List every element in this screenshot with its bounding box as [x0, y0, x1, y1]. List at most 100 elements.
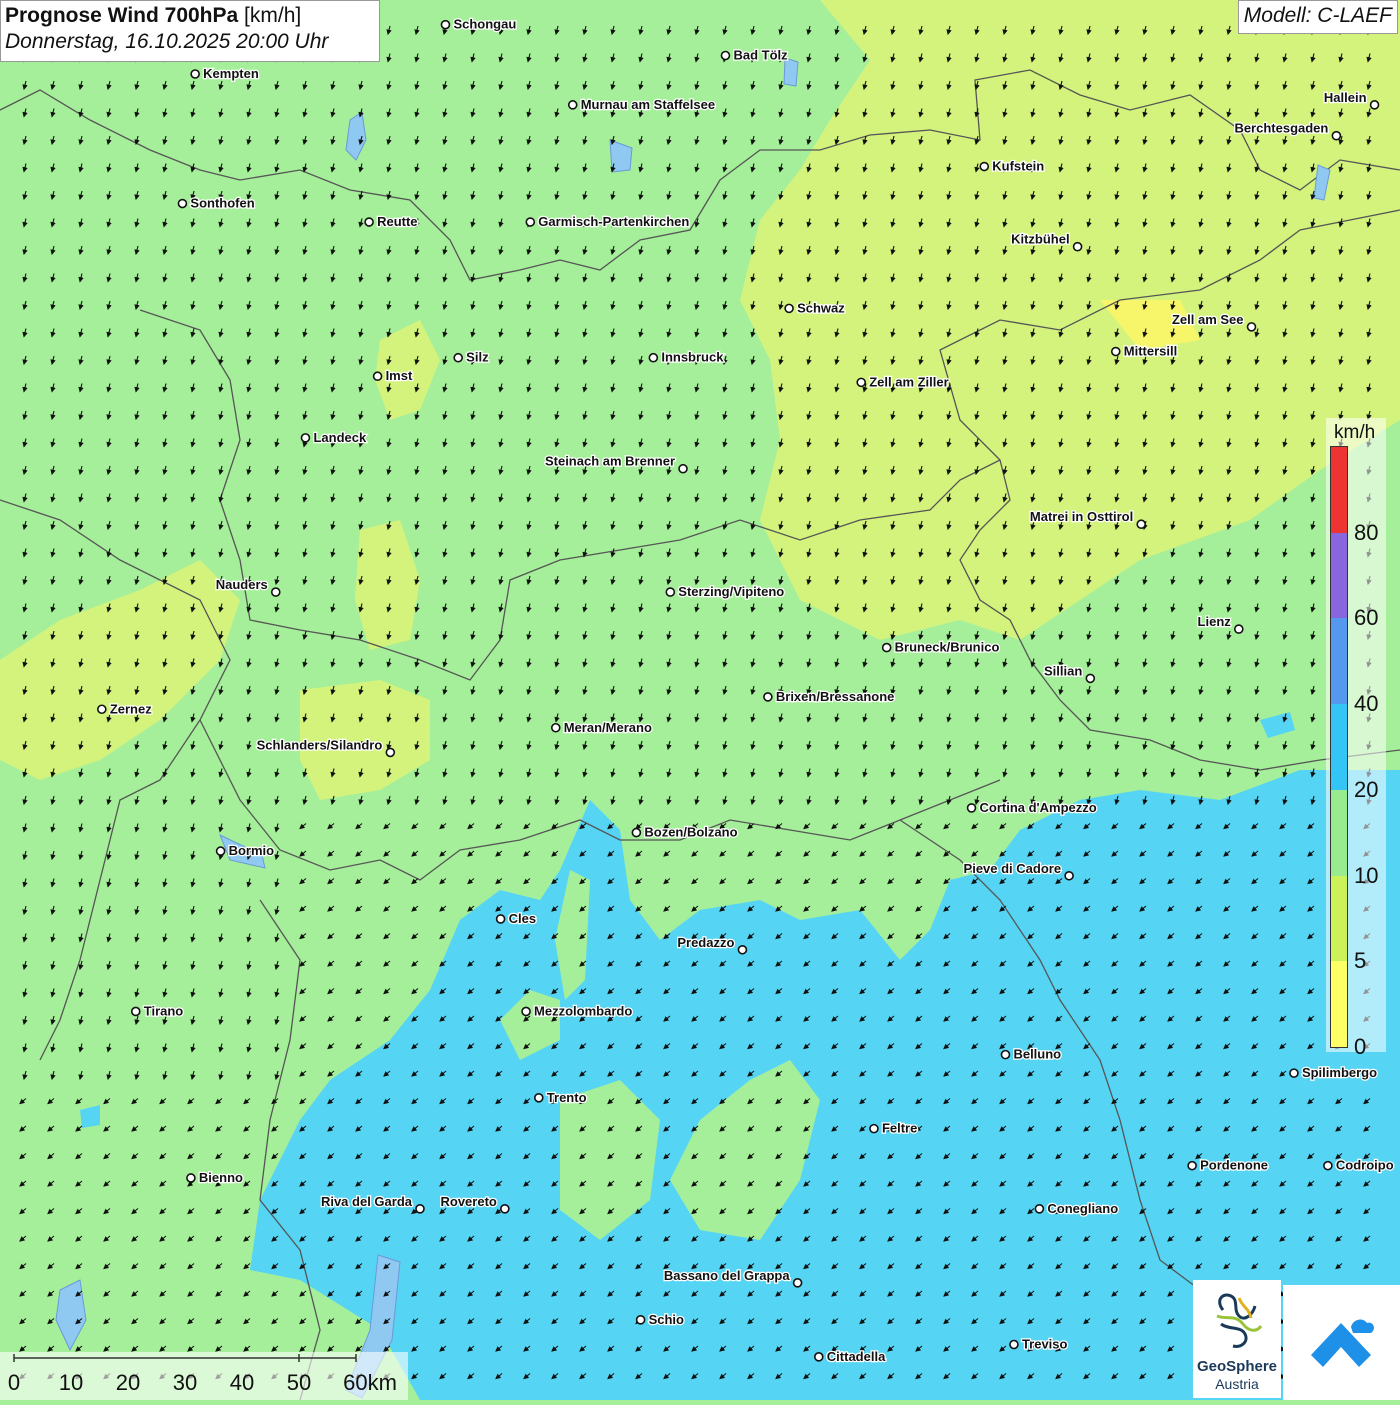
place-label: Rovereto	[440, 1194, 496, 1209]
place-marker[interactable]: Garmisch-Partenkirchen	[525, 213, 691, 230]
place-label: Matrei in Osttirol	[1030, 509, 1133, 524]
place-dot	[763, 692, 773, 702]
place-dot	[1009, 1339, 1019, 1350]
place-marker[interactable]: Murnau am Staffelsee	[567, 96, 716, 113]
place-dot	[665, 587, 676, 597]
place-label: Brixen/Bressanone	[776, 689, 895, 704]
place-label: Zell am See	[1172, 312, 1244, 327]
place-dot	[881, 642, 892, 653]
place-dot	[648, 352, 659, 363]
place-dot	[500, 1204, 510, 1214]
place-marker[interactable]: Zell am Ziller	[856, 373, 950, 391]
place-marker[interactable]: Conegliano	[1034, 1200, 1119, 1217]
place-marker[interactable]: Schongau	[440, 15, 518, 33]
place-dot	[1323, 1160, 1333, 1171]
wind-forecast-map[interactable]: Schongau Bad Tölz Kempten Murnau am Staffel…	[0, 0, 1400, 1400]
place-dot	[567, 100, 578, 110]
place-label: Spilimbergo	[1302, 1065, 1377, 1080]
place-dot	[737, 944, 748, 955]
place-label: Imst	[386, 368, 413, 383]
place-marker[interactable]: Spilimbergo	[1289, 1064, 1378, 1081]
legend-unit: km/h	[1334, 422, 1376, 443]
place-dot	[720, 50, 731, 61]
scale-bar: 0 10 20 30 40 50 60km	[0, 1352, 408, 1400]
place-label: Sterzing/Vipiteno	[678, 584, 784, 599]
place-dot	[550, 722, 561, 733]
place-label: Zernez	[110, 701, 152, 716]
place-marker[interactable]: Meran/Merano	[550, 719, 653, 736]
place-label: Tirano	[144, 1003, 184, 1018]
place-label: Schio	[649, 1312, 684, 1327]
place-dot	[1187, 1160, 1197, 1171]
title-box: Prognose Wind 700hPa [km/h] Donnerstag, …	[0, 0, 380, 62]
place-marker[interactable]: Brixen/Bressanone	[763, 688, 896, 705]
place-dot	[270, 587, 281, 597]
place-label: Codroipo	[1336, 1158, 1394, 1173]
place-label: Bad Tölz	[733, 48, 788, 63]
place-label: Bormio	[229, 843, 275, 858]
place-label: Conegliano	[1047, 1201, 1118, 1216]
place-dot	[1136, 519, 1147, 530]
place-marker[interactable]: Cortina d'Ampezzo	[966, 799, 1098, 816]
place-dot	[525, 217, 536, 227]
place-dot	[635, 1315, 646, 1325]
place-dot	[130, 1006, 141, 1017]
place-marker[interactable]: Bozen/Bolzano	[631, 823, 739, 841]
place-dot	[1369, 100, 1380, 110]
place-dot	[364, 217, 374, 227]
place-dot	[415, 1204, 425, 1214]
place-label: Pordenone	[1200, 1158, 1268, 1173]
legend-color-segment	[1331, 532, 1347, 619]
place-marker[interactable]: Innsbruck	[648, 348, 725, 366]
place-label: Garmisch-Partenkirchen	[538, 214, 689, 229]
place-dot	[372, 371, 383, 382]
legend-color-segment	[1331, 704, 1347, 790]
map-title: Prognose Wind 700hPa [km/h]	[5, 4, 375, 28]
place-dot	[792, 1278, 803, 1288]
place-label: Steinach am Brenner	[545, 454, 675, 469]
place-label: Feltre	[882, 1121, 917, 1136]
place-marker[interactable]: Bruneck/Brunico	[881, 638, 1001, 656]
app-logo-icon	[1311, 1319, 1374, 1367]
place-label: Innsbruck	[661, 350, 724, 365]
model-label: Modell: C-LAEF	[1237, 0, 1398, 34]
place-dot	[1289, 1068, 1299, 1078]
place-label: Schlanders/Silandro	[257, 737, 383, 752]
geosphere-logo[interactable]: GeoSphere Austria	[1193, 1280, 1281, 1398]
place-label: Mittersill	[1124, 344, 1177, 359]
place-label: Pieve di Cadore	[964, 861, 1062, 876]
legend-tick-label: 80	[1354, 519, 1379, 545]
place-label: Cittadella	[827, 1349, 886, 1364]
place-dot	[453, 352, 463, 363]
scale-tick-label: 30	[172, 1370, 198, 1395]
place-dot	[1064, 870, 1074, 881]
place-dot	[869, 1123, 879, 1134]
legend-tick-label: 40	[1354, 691, 1379, 717]
place-label: Sillian	[1044, 663, 1082, 678]
place-label: Cortina d'Ampezzo	[980, 800, 1097, 815]
place-marker[interactable]: Sonthofen	[177, 194, 256, 212]
legend-tick-label: 60	[1354, 605, 1379, 631]
legend-tick-label: 10	[1354, 862, 1379, 888]
place-dot	[1034, 1204, 1045, 1214]
place-marker[interactable]: Sterzing/Vipiteno	[665, 583, 786, 600]
place-dot	[533, 1092, 544, 1103]
place-label: Landeck	[313, 430, 367, 445]
map-title-bold: Prognose Wind 700hPa	[5, 4, 239, 27]
place-dot	[1246, 322, 1257, 332]
legend-tick-label: 0	[1354, 1034, 1367, 1059]
forecast-time: Donnerstag, 16.10.2025 20:00 Uhr	[5, 30, 329, 53]
app-logo[interactable]	[1283, 1285, 1400, 1400]
place-dot	[300, 433, 311, 443]
place-label: Treviso	[1022, 1336, 1068, 1351]
place-dot	[966, 803, 977, 813]
place-label: Bassano del Grappa	[664, 1268, 790, 1283]
place-label: Murnau am Staffelsee	[581, 97, 715, 112]
place-label: Kufstein	[992, 159, 1044, 174]
color-legend: km/h 0 5 10 20 40 60 80	[1326, 418, 1386, 1059]
scale-tick-label: 60km	[343, 1370, 397, 1395]
place-label: Berchtesgaden	[1234, 121, 1328, 136]
place-dot	[979, 161, 990, 172]
place-marker[interactable]: Mezzolombardo	[521, 1002, 634, 1020]
place-marker[interactable]: Pordenone	[1187, 1156, 1269, 1174]
